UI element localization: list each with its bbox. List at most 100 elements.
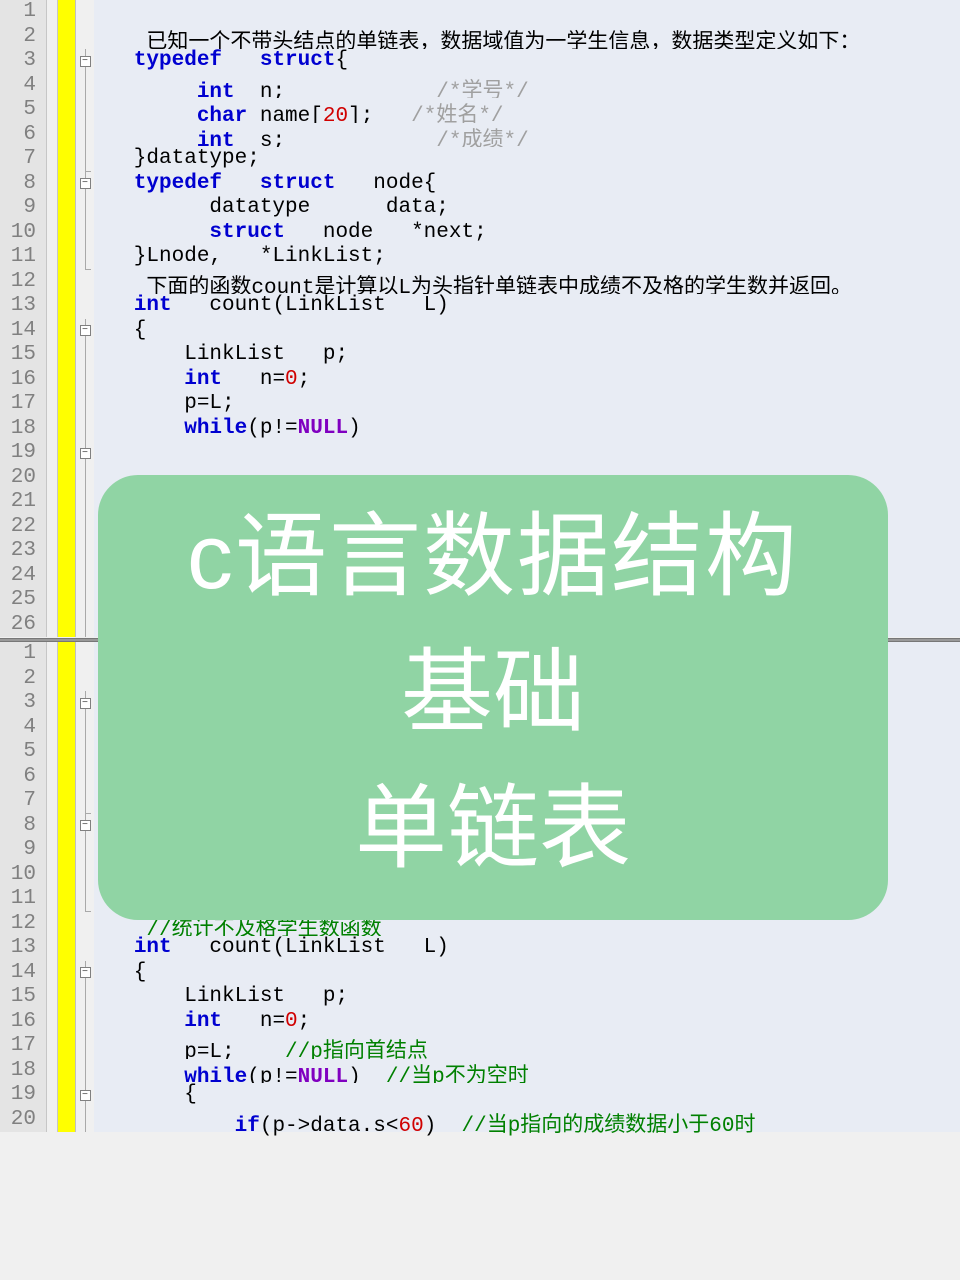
bookmark-strip[interactable] [58, 1034, 76, 1059]
bookmark-strip[interactable] [58, 515, 76, 540]
bookmark-strip[interactable] [58, 319, 76, 344]
code-text[interactable]: { [94, 1083, 960, 1108]
code-line[interactable]: 2 已知一个不带头结点的单链表，数据域值为一学生信息，数据类型定义如下： [0, 25, 960, 50]
code-line[interactable]: 13 int count(LinkList L) [0, 294, 960, 319]
code-text[interactable]: datatype data; [94, 196, 960, 221]
code-line[interactable]: 3− typedef struct{ [0, 49, 960, 74]
bookmark-strip[interactable] [58, 147, 76, 172]
bookmark-strip[interactable] [58, 789, 76, 814]
code-text[interactable]: while(p!=NULL) //当p不为空时 [94, 1059, 960, 1084]
bookmark-strip[interactable] [58, 1010, 76, 1035]
code-text[interactable]: 已知一个不带头结点的单链表，数据域值为一学生信息，数据类型定义如下： [94, 25, 960, 50]
bookmark-strip[interactable] [58, 392, 76, 417]
fold-toggle[interactable]: − [76, 814, 94, 839]
bookmark-strip[interactable] [58, 814, 76, 839]
bookmark-strip[interactable] [58, 0, 76, 25]
code-line[interactable]: 10 struct node *next; [0, 221, 960, 246]
bookmark-strip[interactable] [58, 490, 76, 515]
bookmark-strip[interactable] [58, 441, 76, 466]
code-line[interactable]: 4 int n; /*学号*/ [0, 74, 960, 99]
fold-toggle[interactable]: − [76, 172, 94, 197]
bookmark-strip[interactable] [58, 765, 76, 790]
code-text[interactable]: }Lnode, *LinkList; [94, 245, 960, 270]
code-text[interactable]: int n=0; [94, 1010, 960, 1035]
bookmark-strip[interactable] [58, 417, 76, 442]
bookmark-strip[interactable] [58, 740, 76, 765]
bookmark-strip[interactable] [58, 49, 76, 74]
code-text[interactable]: 下面的函数count是计算以L为头指针单链表中成绩不及格的学生数并返回。 [94, 270, 960, 295]
fold-toggle[interactable]: − [76, 961, 94, 986]
code-line[interactable]: 16 int n=0; [0, 1010, 960, 1035]
bookmark-strip[interactable] [58, 245, 76, 270]
code-text[interactable]: int count(LinkList L) [94, 294, 960, 319]
bookmark-strip[interactable] [58, 98, 76, 123]
bookmark-strip[interactable] [58, 1059, 76, 1084]
code-text[interactable]: typedef struct{ [94, 49, 960, 74]
fold-toggle[interactable]: − [76, 441, 94, 466]
code-text[interactable]: struct node *next; [94, 221, 960, 246]
code-text[interactable]: if(p->data.s<60) //当p指向的成绩数据小于60时 [94, 1108, 960, 1133]
code-text[interactable]: LinkList p; [94, 985, 960, 1010]
code-line[interactable]: 17 p=L; [0, 392, 960, 417]
code-line[interactable]: 17 p=L; //p指向首结点 [0, 1034, 960, 1059]
bookmark-strip[interactable] [58, 613, 76, 638]
code-line[interactable]: 7 }datatype; [0, 147, 960, 172]
bookmark-strip[interactable] [58, 1083, 76, 1108]
code-line[interactable]: 19− [0, 441, 960, 466]
code-line[interactable]: 6 int s; /*成绩*/ [0, 123, 960, 148]
code-text[interactable]: int n=0; [94, 368, 960, 393]
bookmark-strip[interactable] [58, 74, 76, 99]
bookmark-strip[interactable] [58, 838, 76, 863]
code-line[interactable]: 9 datatype data; [0, 196, 960, 221]
fold-toggle[interactable]: − [76, 49, 94, 74]
bookmark-strip[interactable] [58, 588, 76, 613]
code-line[interactable]: 18 while(p!=NULL) //当p不为空时 [0, 1059, 960, 1084]
bookmark-strip[interactable] [58, 368, 76, 393]
fold-toggle[interactable]: − [76, 691, 94, 716]
code-line[interactable]: 16 int n=0; [0, 368, 960, 393]
bookmark-strip[interactable] [58, 25, 76, 50]
code-line[interactable]: 11 }Lnode, *LinkList; [0, 245, 960, 270]
bookmark-strip[interactable] [58, 343, 76, 368]
code-line[interactable]: 14− { [0, 319, 960, 344]
code-line[interactable]: 5 char name[20]; /*姓名*/ [0, 98, 960, 123]
bookmark-strip[interactable] [58, 1108, 76, 1133]
bookmark-strip[interactable] [58, 887, 76, 912]
bookmark-strip[interactable] [58, 716, 76, 741]
code-text[interactable]: { [94, 961, 960, 986]
code-line[interactable]: 8− typedef struct node{ [0, 172, 960, 197]
bookmark-strip[interactable] [58, 539, 76, 564]
code-text[interactable]: LinkList p; [94, 343, 960, 368]
bookmark-strip[interactable] [58, 642, 76, 667]
bookmark-strip[interactable] [58, 123, 76, 148]
bookmark-strip[interactable] [58, 270, 76, 295]
bookmark-strip[interactable] [58, 912, 76, 937]
bookmark-strip[interactable] [58, 221, 76, 246]
code-text[interactable]: p=L; //p指向首结点 [94, 1034, 960, 1059]
code-line[interactable]: 1 [0, 0, 960, 25]
code-text[interactable]: char name[20]; /*姓名*/ [94, 98, 960, 123]
bookmark-strip[interactable] [58, 985, 76, 1010]
bookmark-strip[interactable] [58, 172, 76, 197]
code-line[interactable]: 15 LinkList p; [0, 343, 960, 368]
bookmark-strip[interactable] [58, 691, 76, 716]
bookmark-strip[interactable] [58, 196, 76, 221]
code-text[interactable] [94, 441, 960, 466]
code-text[interactable]: int s; /*成绩*/ [94, 123, 960, 148]
code-line[interactable]: 15 LinkList p; [0, 985, 960, 1010]
bookmark-strip[interactable] [58, 936, 76, 961]
code-text[interactable]: typedef struct node{ [94, 172, 960, 197]
code-line[interactable]: 14− { [0, 961, 960, 986]
code-line[interactable]: 19− { [0, 1083, 960, 1108]
bookmark-strip[interactable] [58, 961, 76, 986]
code-text[interactable]: }datatype; [94, 147, 960, 172]
code-text[interactable]: { [94, 319, 960, 344]
code-text[interactable]: int n; /*学号*/ [94, 74, 960, 99]
code-text[interactable]: while(p!=NULL) [94, 417, 960, 442]
bookmark-strip[interactable] [58, 863, 76, 888]
code-text[interactable]: int count(LinkList L) [94, 936, 960, 961]
fold-toggle[interactable]: − [76, 1083, 94, 1108]
code-line[interactable]: 18 while(p!=NULL) [0, 417, 960, 442]
bookmark-strip[interactable] [58, 564, 76, 589]
code-text[interactable] [94, 0, 960, 25]
